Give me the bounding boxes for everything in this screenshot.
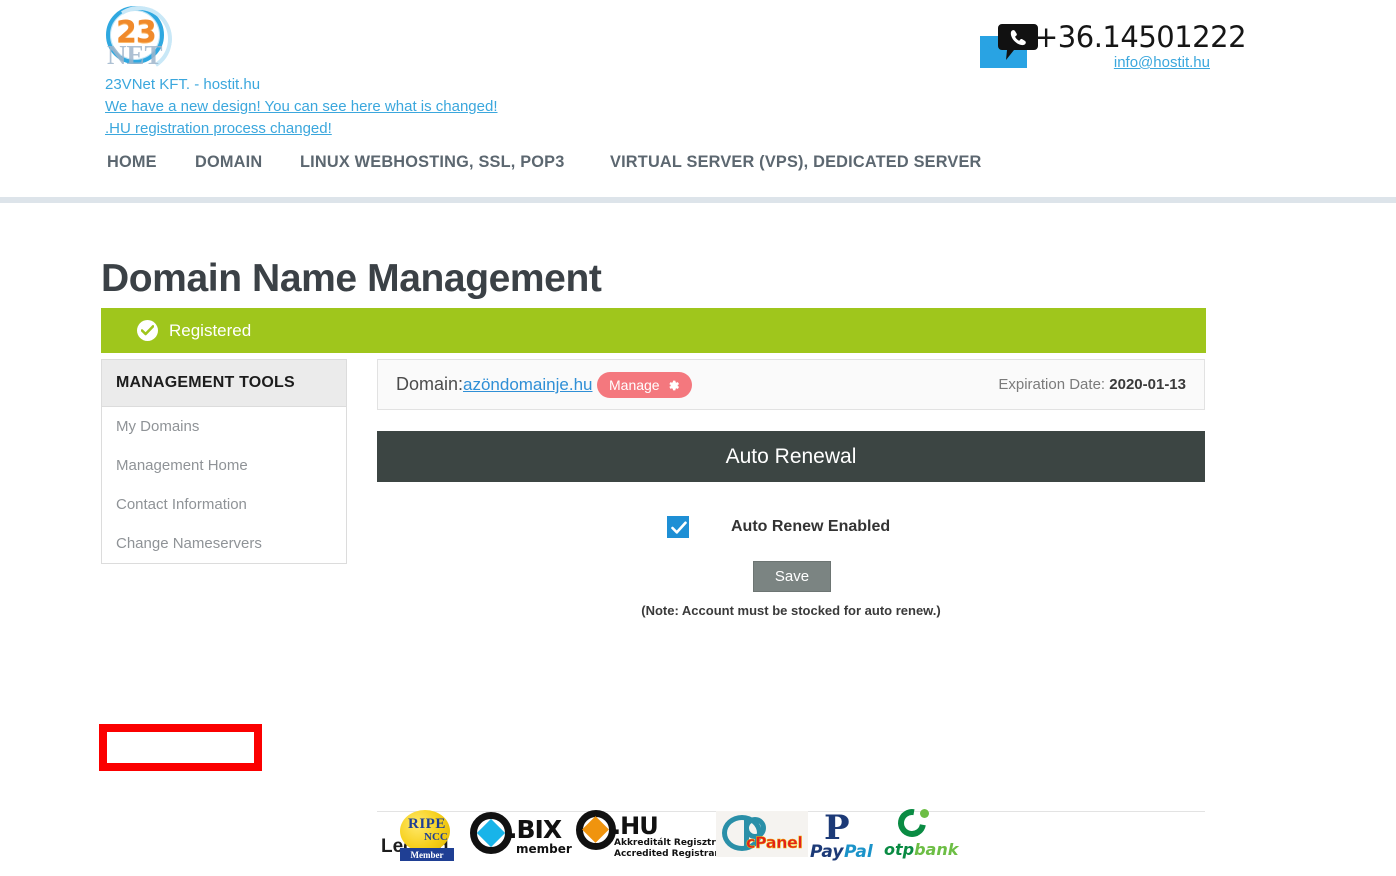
- main-column: Domain: azöndomainje.hu Manage Expiratio…: [377, 359, 1205, 876]
- contact-block: +36.14501222 info@hostit.hu: [980, 12, 1247, 74]
- sidebar-heading: MANAGEMENT TOOLS: [102, 360, 346, 407]
- bix-logo-sub: member: [516, 842, 572, 856]
- site-header: 23 NET 23VNet KFT. - hostit.hu We have a…: [0, 0, 1396, 197]
- paypal-logo[interactable]: P Pay Pal: [810, 808, 880, 866]
- email-link[interactable]: info@hostit.hu: [1114, 54, 1210, 71]
- ripe-ncc-member-logo[interactable]: RIPE NCC Member: [398, 808, 456, 866]
- auto-renew-checkbox[interactable]: [667, 516, 689, 538]
- manage-button-label: Manage: [609, 377, 660, 393]
- status-badge: Registered: [169, 321, 252, 340]
- notice-hu-registration-link[interactable]: .HU registration process changed!: [105, 120, 332, 137]
- otp-text-1: otp: [884, 840, 915, 859]
- company-name: 23VNet KFT. - hostit.hu: [105, 76, 261, 93]
- sidebar-item-management-home[interactable]: Management Home: [102, 446, 346, 485]
- cpanel-logo[interactable]: cPanel: [716, 811, 808, 857]
- ripe-logo-sub: NCC: [424, 831, 448, 843]
- domain-name-link[interactable]: azöndomainje.hu: [463, 375, 592, 395]
- auto-renew-label: Auto Renew Enabled: [731, 518, 891, 535]
- otp-dot-icon: [920, 809, 929, 818]
- auto-renewal-heading: Auto Renewal: [377, 431, 1205, 482]
- highlight-box-change-nameservers: [99, 724, 262, 771]
- page-root: 23 NET 23VNet KFT. - hostit.hu We have a…: [0, 0, 1396, 876]
- auto-renew-row: Auto Renew Enabled Save (Note: Account m…: [377, 516, 1205, 618]
- logo-mark-bottom: NET: [107, 40, 163, 70]
- otpbank-logo[interactable]: otpbank: [884, 803, 958, 866]
- expiration-date: Expiration Date: 2020-01-13: [998, 376, 1186, 393]
- 23net-logo[interactable]: 23 NET: [104, 6, 174, 70]
- manage-button[interactable]: Manage: [597, 372, 692, 398]
- sidebar-item-my-domains[interactable]: My Domains: [102, 407, 346, 446]
- main-navigation: HOME DOMAIN LINUX WEBHOSTING, SSL, POP3 …: [0, 152, 1396, 192]
- save-button[interactable]: Save: [753, 561, 831, 592]
- phone-icon: [998, 24, 1038, 60]
- nav-item-home[interactable]: HOME: [107, 152, 157, 172]
- check-circle-icon: [137, 320, 158, 341]
- ripe-member-badge: Member: [400, 848, 454, 861]
- expiration-label: Expiration Date:: [998, 376, 1106, 393]
- sidebar-item-change-nameservers[interactable]: Change Nameservers: [102, 524, 346, 563]
- phone-number: +36.14501222: [1034, 20, 1247, 54]
- hu-accredited-registrar-logo[interactable]: .HU Akkreditált Regisztrátor Accredited …: [576, 808, 737, 866]
- hu-logo-text: .HU: [612, 812, 659, 840]
- page-title: Domain Name Management: [101, 257, 602, 301]
- gear-icon: [667, 379, 680, 392]
- management-tools-sidebar: MANAGEMENT TOOLS My Domains Management H…: [101, 359, 347, 564]
- domain-summary-panel: Domain: azöndomainje.hu Manage Expiratio…: [377, 359, 1205, 410]
- paypal-logo-text-2: Pal: [844, 842, 873, 862]
- auto-renew-note: (Note: Account must be stocked for auto …: [641, 603, 941, 618]
- bix-logo-text: .BIX: [508, 815, 562, 844]
- hu-logo-sub-en: Accredited Registrar: [614, 849, 719, 859]
- nav-item-linux-webhosting[interactable]: LINUX WEBHOSTING, SSL, POP3: [300, 152, 565, 172]
- status-banner-registered: Registered: [101, 308, 1206, 353]
- sidebar-item-contact-information[interactable]: Contact Information: [102, 485, 346, 524]
- header-divider: [0, 197, 1396, 203]
- otp-text-2: bank: [914, 840, 959, 859]
- domain-label: Domain:: [396, 374, 464, 394]
- nav-item-domain[interactable]: DOMAIN: [195, 152, 262, 172]
- bix-member-logo[interactable]: .BIX member: [470, 808, 580, 866]
- expiration-value: 2020-01-13: [1109, 376, 1186, 393]
- nav-item-virtual-server[interactable]: VIRTUAL SERVER (VPS), DEDICATED SERVER: [610, 152, 982, 172]
- otpbank-logo-text: otpbank: [884, 840, 958, 859]
- paypal-logo-text-1: Pay: [810, 842, 844, 862]
- cpanel-logo-text: cPanel: [746, 833, 803, 853]
- footer-logo-strip: RIPE NCC Member .BIX member .HU Akkredit…: [398, 803, 958, 870]
- notice-new-design-link[interactable]: We have a new design! You can see here w…: [105, 98, 498, 115]
